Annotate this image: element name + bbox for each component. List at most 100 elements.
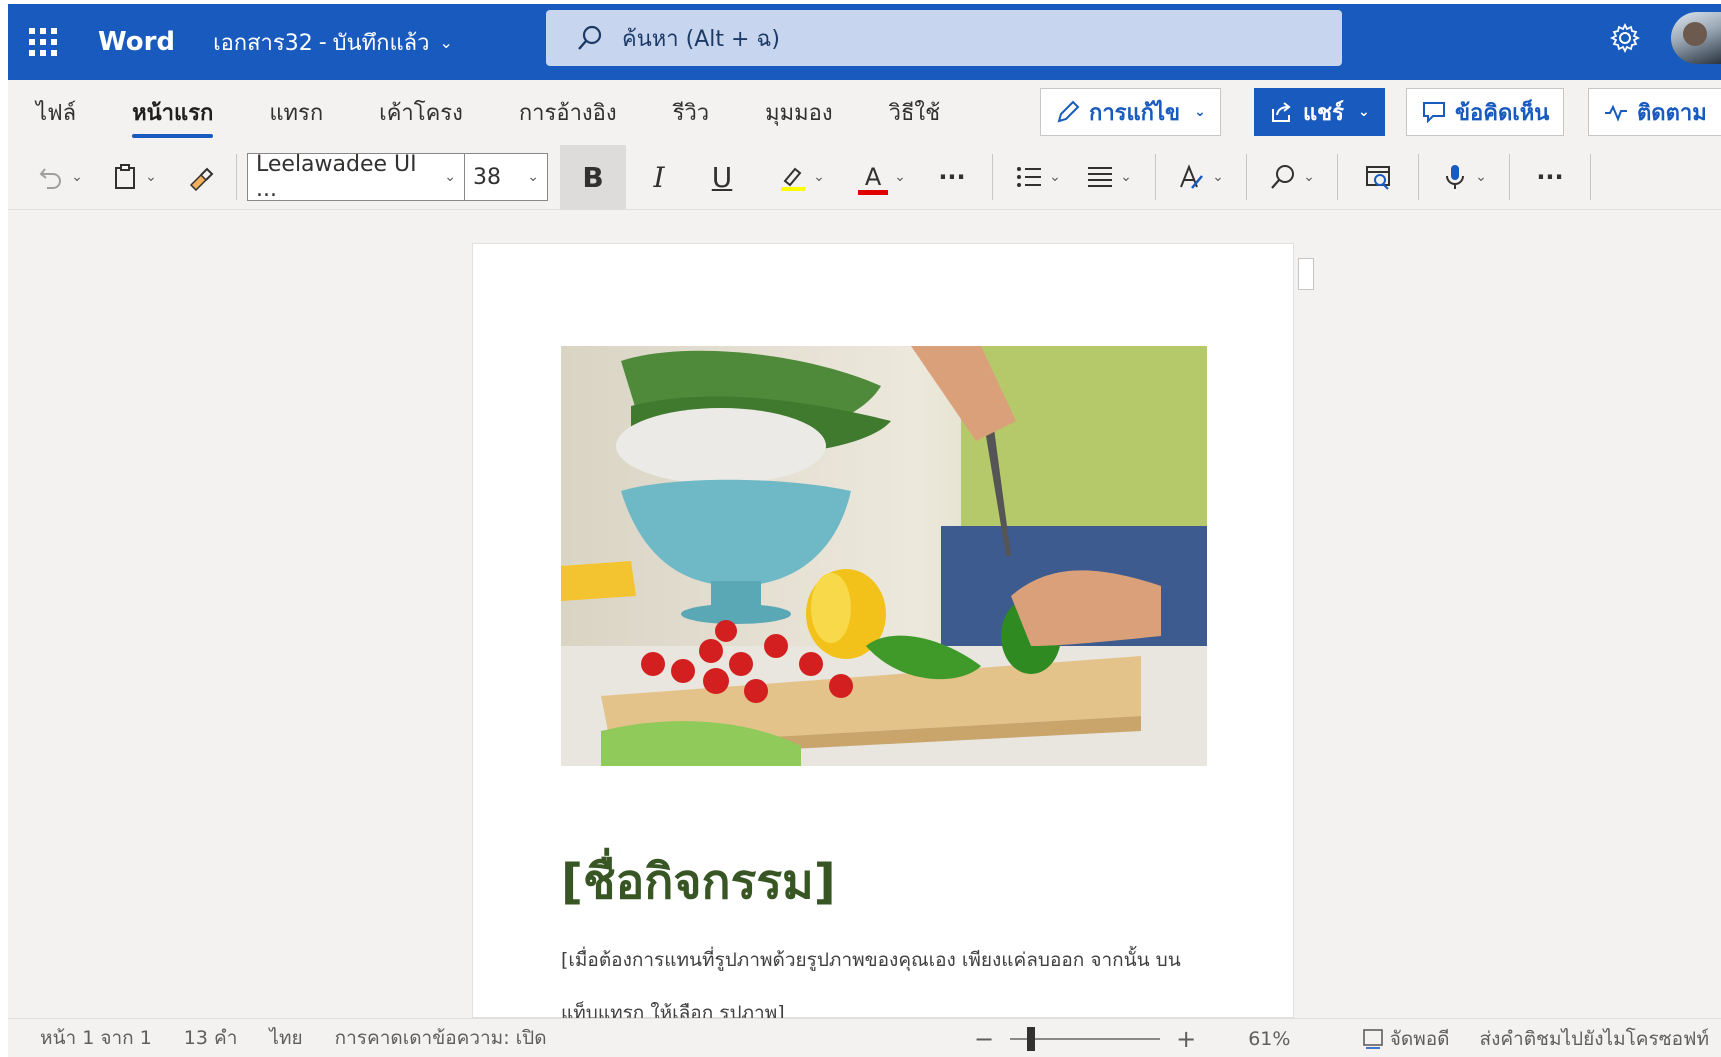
- more-font-options-button[interactable]: ···: [922, 149, 982, 205]
- format-painter-button[interactable]: [176, 149, 226, 205]
- font-size-select[interactable]: 38 ⌄: [464, 153, 548, 201]
- chevron-down-icon: ⌄: [444, 169, 456, 185]
- chevron-down-icon: ⌄: [813, 169, 825, 185]
- chevron-down-icon: ⌄: [71, 169, 83, 185]
- cooking-photo[interactable]: [561, 346, 1207, 766]
- status-bar: หน้า 1 จาก 1 13 คำ ไทย การคาดเดาข้อความ:…: [8, 1018, 1721, 1057]
- document-search-icon: [1366, 166, 1390, 190]
- font-color-button[interactable]: A ⌄: [842, 149, 922, 205]
- dictate-button[interactable]: ⌄: [1429, 149, 1499, 205]
- page-count: หน้า 1 จาก 1: [40, 1027, 152, 1049]
- styles-icon: [1180, 164, 1204, 189]
- format-painter-icon: [189, 167, 214, 191]
- tab-view[interactable]: มุมมอง: [737, 80, 860, 144]
- font-color-letter: A: [864, 163, 882, 191]
- comment-icon: [1423, 102, 1445, 124]
- text-prediction-status[interactable]: การคาดเดาข้อความ: เปิด: [335, 1023, 547, 1053]
- more-options-button[interactable]: ···: [1520, 149, 1580, 205]
- chevron-down-icon: ⌄: [1475, 169, 1487, 185]
- chevron-down-icon: ⌄: [1049, 169, 1061, 185]
- italic-button[interactable]: I: [626, 149, 692, 205]
- activity-icon: [1605, 104, 1627, 122]
- zoom-slider[interactable]: [1010, 1026, 1161, 1051]
- tab-home[interactable]: หน้าแรก: [104, 80, 241, 144]
- toolbar-divider: [236, 154, 237, 200]
- pencil-icon: [1057, 100, 1080, 123]
- align-button[interactable]: ⌄: [1073, 149, 1145, 205]
- highlighter-icon: [781, 167, 806, 191]
- avatar[interactable]: [1671, 12, 1721, 64]
- highlight-button[interactable]: ⌄: [762, 149, 842, 205]
- tab-help[interactable]: วิธีใช้: [861, 80, 968, 144]
- word-count[interactable]: 13 คำ: [184, 1023, 238, 1053]
- tab-layout[interactable]: เค้าโครง: [351, 80, 491, 144]
- editing-label: การแก้ไข: [1089, 100, 1181, 126]
- align-left-icon: [1088, 167, 1113, 187]
- share-label: แชร์: [1303, 100, 1344, 126]
- zoom-slider-thumb[interactable]: [1027, 1026, 1036, 1051]
- editor-button[interactable]: [1348, 149, 1408, 205]
- document-name-menu[interactable]: เอกสาร32 - บันทึกแล้ว ⌄: [213, 25, 453, 60]
- document-title[interactable]: [ชื่อกิจกรรม]: [561, 844, 836, 920]
- clipboard-icon: [115, 164, 136, 189]
- chevron-down-icon: ⌄: [894, 169, 906, 185]
- zoom-out-button[interactable]: −: [974, 1025, 994, 1053]
- feedback-link[interactable]: ส่งคำติชมไปยังไมโครซอฟท์: [1479, 1024, 1709, 1054]
- toolbar-divider: [1246, 154, 1247, 200]
- undo-icon: [39, 168, 62, 189]
- search-placeholder: ค้นหา (Alt + ฉ): [622, 26, 780, 52]
- editing-mode-button[interactable]: การแก้ไข ⌄: [1040, 88, 1221, 136]
- document-page[interactable]: [ชื่อกิจกรรม] [เมื่อต้องการแทนที่รูปภาพด…: [472, 243, 1294, 1024]
- catch-up-label: ติดตาม: [1637, 100, 1707, 126]
- chevron-down-icon: ⌄: [1194, 104, 1206, 120]
- search-input[interactable]: ค้นหา (Alt + ฉ): [546, 10, 1342, 66]
- toolbar-divider: [1418, 154, 1419, 200]
- app-name[interactable]: Word: [98, 27, 175, 57]
- search-icon: [1271, 165, 1295, 189]
- underline-button[interactable]: U: [692, 149, 752, 205]
- waffle-icon: [29, 28, 57, 56]
- ribbon-tabs: ไฟล์ หน้าแรก แทรก เค้าโครง การอ้างอิง รี…: [8, 80, 968, 144]
- font-name-select[interactable]: Leelawadee UI ... ⌄: [247, 152, 465, 202]
- home-toolbar: ⌄ ⌄ Leelawadee UI ... ⌄ 38 ⌄ B I U ⌄ A ⌄…: [8, 144, 1721, 210]
- font-size-value: 38: [473, 164, 501, 190]
- bullets-button[interactable]: ⌄: [1003, 149, 1073, 205]
- tab-file[interactable]: ไฟล์: [8, 80, 104, 144]
- font-color-icon: A: [858, 163, 889, 195]
- chevron-down-icon: ⌄: [1357, 104, 1370, 120]
- toolbar-divider: [1590, 154, 1591, 200]
- bold-button[interactable]: B: [560, 145, 626, 209]
- styles-button[interactable]: ⌄: [1166, 149, 1236, 205]
- fit-button[interactable]: จัดพอดี: [1362, 1024, 1450, 1054]
- comments-button[interactable]: ข้อคิดเห็น: [1406, 88, 1565, 136]
- zoom-in-button[interactable]: +: [1176, 1025, 1196, 1053]
- gear-icon[interactable]: [1609, 22, 1641, 54]
- tab-references[interactable]: การอ้างอิง: [491, 80, 645, 144]
- fit-page-icon: [1362, 1028, 1383, 1049]
- document-name: เอกสาร32: [213, 30, 313, 56]
- chevron-down-icon: ⌄: [1212, 169, 1224, 185]
- catch-up-button[interactable]: ติดตาม: [1588, 88, 1721, 136]
- zoom-controls: − + 61%: [974, 1019, 1290, 1057]
- document-canvas[interactable]: [ชื่อกิจกรรม] [เมื่อต้องการแทนที่รูปภาพด…: [8, 210, 1721, 1024]
- search-icon: [578, 25, 602, 50]
- chevron-down-icon: ⌄: [439, 32, 453, 52]
- paste-button[interactable]: ⌄: [102, 149, 166, 205]
- toolbar-divider: [1509, 154, 1510, 200]
- font-name-value: Leelawadee UI ...: [256, 152, 417, 202]
- ribbon: ไฟล์ หน้าแรก แทรก เค้าโครง การอ้างอิง รี…: [8, 80, 1721, 210]
- comment-margin-marker[interactable]: [1298, 258, 1314, 290]
- fit-label: จัดพอดี: [1389, 1027, 1450, 1050]
- tab-insert[interactable]: แทรก: [241, 80, 351, 144]
- find-button[interactable]: ⌄: [1257, 149, 1327, 205]
- microphone-icon: [1446, 165, 1465, 189]
- language-indicator[interactable]: ไทย: [269, 1023, 302, 1053]
- chevron-down-icon: ⌄: [145, 169, 157, 185]
- app-launcher-button[interactable]: [8, 4, 78, 80]
- comments-label: ข้อคิดเห็น: [1455, 100, 1550, 126]
- zoom-percent[interactable]: 61%: [1248, 1028, 1290, 1050]
- tab-review[interactable]: รีวิว: [645, 80, 738, 144]
- share-button[interactable]: แชร์ ⌄: [1254, 88, 1385, 136]
- undo-button[interactable]: ⌄: [30, 149, 90, 205]
- toolbar-divider: [992, 154, 993, 200]
